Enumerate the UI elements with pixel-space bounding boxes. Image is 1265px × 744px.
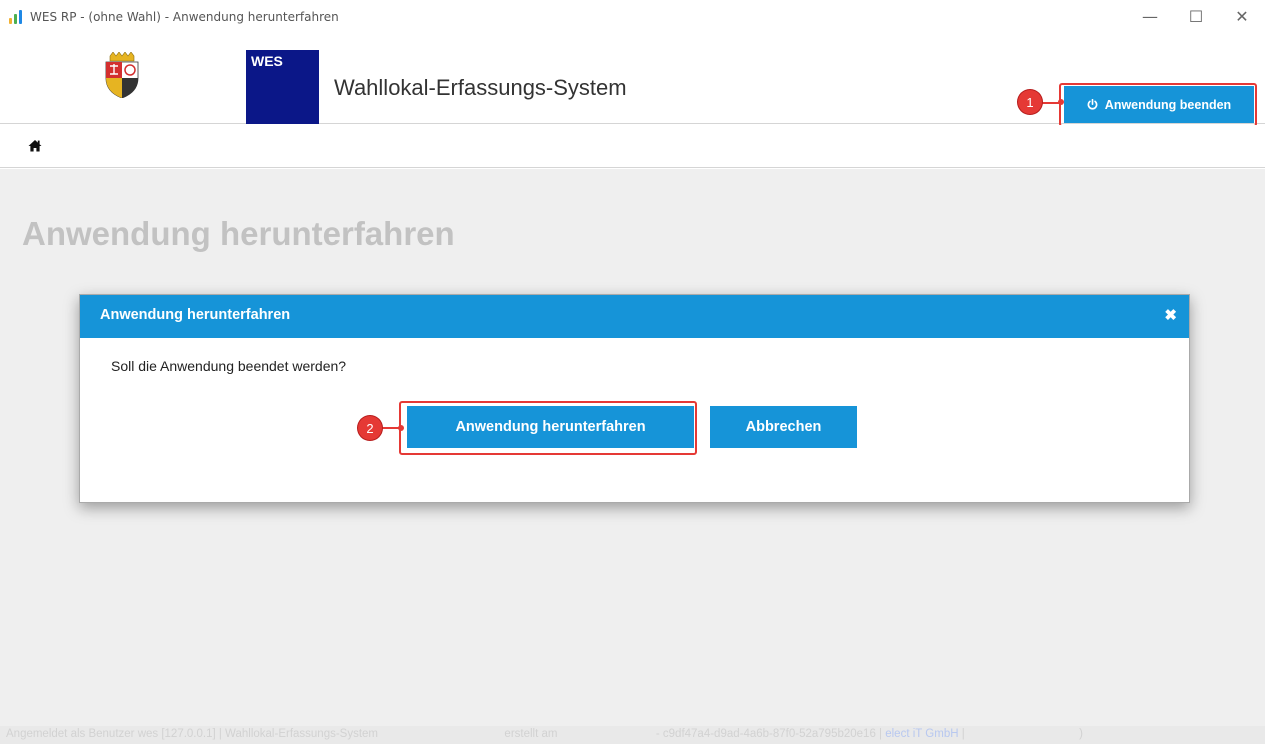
dialog-header: Anwendung herunterfahren ✖ (80, 295, 1189, 338)
minimize-button[interactable]: — (1127, 0, 1173, 33)
coat-of-arms-logo (105, 52, 139, 98)
maximize-button[interactable]: ☐ (1173, 0, 1219, 33)
dialog-title: Anwendung herunterfahren (100, 307, 291, 323)
shutdown-dialog: Anwendung herunterfahren ✖ Soll die Anwe… (79, 294, 1190, 503)
footer-separator: | (961, 728, 965, 740)
app-bar-chart-icon (6, 7, 26, 27)
window-title: WES RP - (ohne Wahl) - Anwendung herunte… (30, 9, 339, 24)
footer-tail: ) (1079, 728, 1083, 740)
home-icon[interactable] (28, 139, 42, 152)
page-title: Anwendung herunterfahren (22, 215, 455, 252)
wes-badge: WES (246, 50, 319, 124)
nav-bar (0, 125, 1265, 168)
window-controls: — ☐ ✕ (1127, 0, 1265, 33)
annotation-marker-1: 1 (1018, 90, 1042, 114)
cancel-button[interactable]: Abbrechen (710, 406, 857, 448)
annotation-marker-2: 2 (358, 416, 382, 440)
highlight-frame-1 (1059, 83, 1257, 127)
footer-login-info: Angemeldet als Benutzer wes [127.0.0.1] … (6, 728, 379, 740)
marker-1-dot (1058, 99, 1064, 105)
footer-company-link[interactable]: elect iT GmbH (885, 728, 958, 740)
marker-2-dot (398, 425, 404, 431)
footer-build-date-label: erstellt am (504, 728, 558, 740)
dialog-message: Soll die Anwendung beendet werden? (111, 358, 347, 374)
window-titlebar: WES RP - (ohne Wahl) - Anwendung herunte… (0, 0, 1265, 33)
app-title: Wahllokal-Erfassungs-System (334, 75, 627, 100)
highlight-frame-2 (399, 401, 697, 455)
status-footer: Angemeldet als Benutzer wes [127.0.0.1] … (0, 726, 1265, 744)
close-window-button[interactable]: ✕ (1219, 0, 1265, 33)
dialog-close-icon[interactable]: ✖ (1164, 306, 1177, 324)
footer-build-id: - c9df47a4-d9ad-4a6b-87f0-52a795b20e16 | (655, 728, 883, 740)
